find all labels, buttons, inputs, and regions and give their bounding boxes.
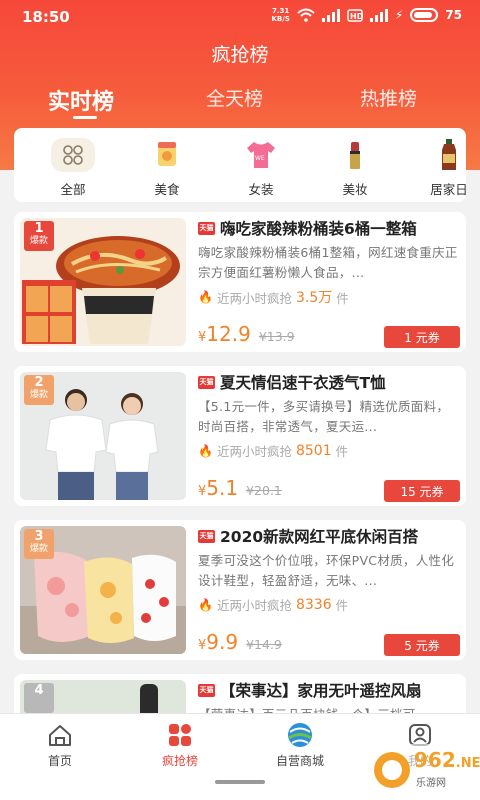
- charging-icon: ⚡: [394, 8, 404, 22]
- product-title[interactable]: 【荣事达】家用无叶遥控风扇: [220, 679, 422, 701]
- product-image[interactable]: 2 爆款: [20, 372, 186, 500]
- tmall-icon: 天猫: [198, 221, 215, 235]
- gesture-bar: [215, 780, 265, 784]
- signal-icon: [321, 8, 340, 22]
- net-speed: 7.31 KB/S: [271, 7, 290, 23]
- flame-icon: 🔥: [198, 597, 213, 612]
- flame-icon: 🔥: [198, 290, 213, 304]
- original-price: ¥20.1: [246, 483, 282, 498]
- product-card-1[interactable]: 1 爆款 天猫 嗨吃家酸辣粉桶装6桶一整箱 嗨吃家酸辣粉桶装6桶1整箱，网红速食重…: [14, 212, 466, 352]
- coupon-button[interactable]: 5 元券: [384, 634, 460, 656]
- rank-tabs: 实时榜 全天榜 热推榜: [0, 84, 480, 124]
- svg-text:WE: WE: [255, 155, 265, 162]
- svg-text:HD: HD: [350, 12, 363, 21]
- globe-icon: [285, 722, 315, 748]
- product-title[interactable]: 夏天情侣速干衣透气T恤: [220, 371, 386, 393]
- current-price: ¥12.9: [198, 322, 251, 346]
- product-card-3[interactable]: 3 爆款 天猫 2020新款网红平底休闲百搭 夏季可没这个价位哦，环保PVC材质，…: [14, 520, 466, 660]
- category-label: 美妆: [342, 182, 368, 197]
- category-food[interactable]: 美食: [132, 138, 202, 198]
- lipstick-icon: [336, 138, 374, 172]
- sales-info: 🔥 近两小时疯抢 8336 件: [198, 596, 349, 614]
- signal-icon-2: [369, 8, 388, 22]
- category-all[interactable]: 全部: [38, 138, 108, 198]
- category-makeup[interactable]: 美妆: [320, 138, 390, 198]
- original-price: ¥13.9: [258, 329, 295, 344]
- hd-icon: HD: [347, 8, 363, 22]
- nav-rank[interactable]: 疯抢榜: [130, 722, 230, 769]
- sales-info: 🔥 近两小时疯抢 3.5万 件: [198, 290, 349, 306]
- rank-badge: 4: [24, 683, 54, 713]
- tmall-icon: 天猫: [198, 375, 215, 389]
- clothing-icon: WE: [242, 138, 280, 172]
- category-label: 居家日: [430, 182, 466, 197]
- coupon-button[interactable]: 1 元券: [384, 326, 460, 348]
- rank-badge: 1 爆款: [24, 221, 54, 251]
- original-price: ¥14.9: [246, 637, 282, 652]
- rank-badge: 2 爆款: [24, 375, 54, 405]
- home-icon: [45, 722, 75, 748]
- nav-home[interactable]: 首页: [10, 722, 110, 769]
- product-image[interactable]: 1 爆款: [20, 218, 186, 346]
- flame-icon: 🔥: [198, 443, 213, 458]
- tab-hot-push[interactable]: 热推榜: [360, 84, 417, 111]
- nav-mall[interactable]: 自营商城: [250, 722, 350, 769]
- watermark-logo: [374, 752, 410, 788]
- product-description: 【5.1元一件，多买请换号】精选优质面料，时尚百搭，非常透气，夏天运...: [198, 399, 450, 434]
- category-bar: 全部 美食 WE 女装 美妆 居家日: [14, 128, 466, 202]
- sales-info: 🔥 近两小时疯抢 8501 件: [198, 442, 349, 460]
- category-women-clothing[interactable]: WE 女装: [226, 138, 296, 198]
- product-description: 夏季可没这个价位哦，环保PVC材质，人性化设计鞋型，轻盈舒适，无味、...: [198, 553, 455, 588]
- tmall-icon: 天猫: [198, 529, 215, 543]
- tab-realtime[interactable]: 实时榜: [48, 84, 114, 116]
- category-label: 全部: [60, 182, 86, 197]
- status-bar: 18:50 7.31 KB/S HD ⚡ 75: [0, 0, 480, 36]
- page-title: 疯抢榜: [211, 44, 269, 66]
- active-tab-indicator: [73, 116, 97, 119]
- battery-level: 75: [445, 8, 462, 22]
- status-time: 18:50: [22, 8, 70, 26]
- tmall-icon: 天猫: [198, 683, 215, 697]
- bottle-icon: [430, 138, 466, 172]
- watermark: 962.NET 乐游网: [344, 744, 480, 794]
- wifi-icon: [297, 8, 315, 22]
- grid-icon: [51, 138, 95, 172]
- category-label: 女装: [248, 182, 274, 197]
- category-label: 美食: [154, 182, 180, 197]
- tab-all-day[interactable]: 全天榜: [206, 84, 263, 111]
- coupon-button[interactable]: 15 元券: [384, 480, 460, 502]
- rank-badge: 3 爆款: [24, 529, 54, 559]
- product-title[interactable]: 嗨吃家酸辣粉桶装6桶一整箱: [220, 217, 417, 239]
- current-price: ¥5.1: [198, 476, 239, 500]
- product-card-2[interactable]: 2 爆款 天猫 夏天情侣速干衣透气T恤 【5.1元一件，多买请换号】精选优质面料，…: [14, 366, 466, 506]
- category-home[interactable]: 居家日: [414, 138, 466, 198]
- rank-grid-icon: [165, 722, 195, 748]
- product-title[interactable]: 2020新款网红平底休闲百搭: [220, 525, 418, 547]
- product-description: 嗨吃家酸辣粉桶装6桶1整箱，网红速食重庆正宗方便面红薯粉懒人食品，...: [198, 245, 458, 280]
- battery-icon: [410, 8, 439, 22]
- current-price: ¥9.9: [198, 630, 239, 654]
- food-icon: [148, 138, 186, 172]
- product-image[interactable]: 3 爆款: [20, 526, 186, 654]
